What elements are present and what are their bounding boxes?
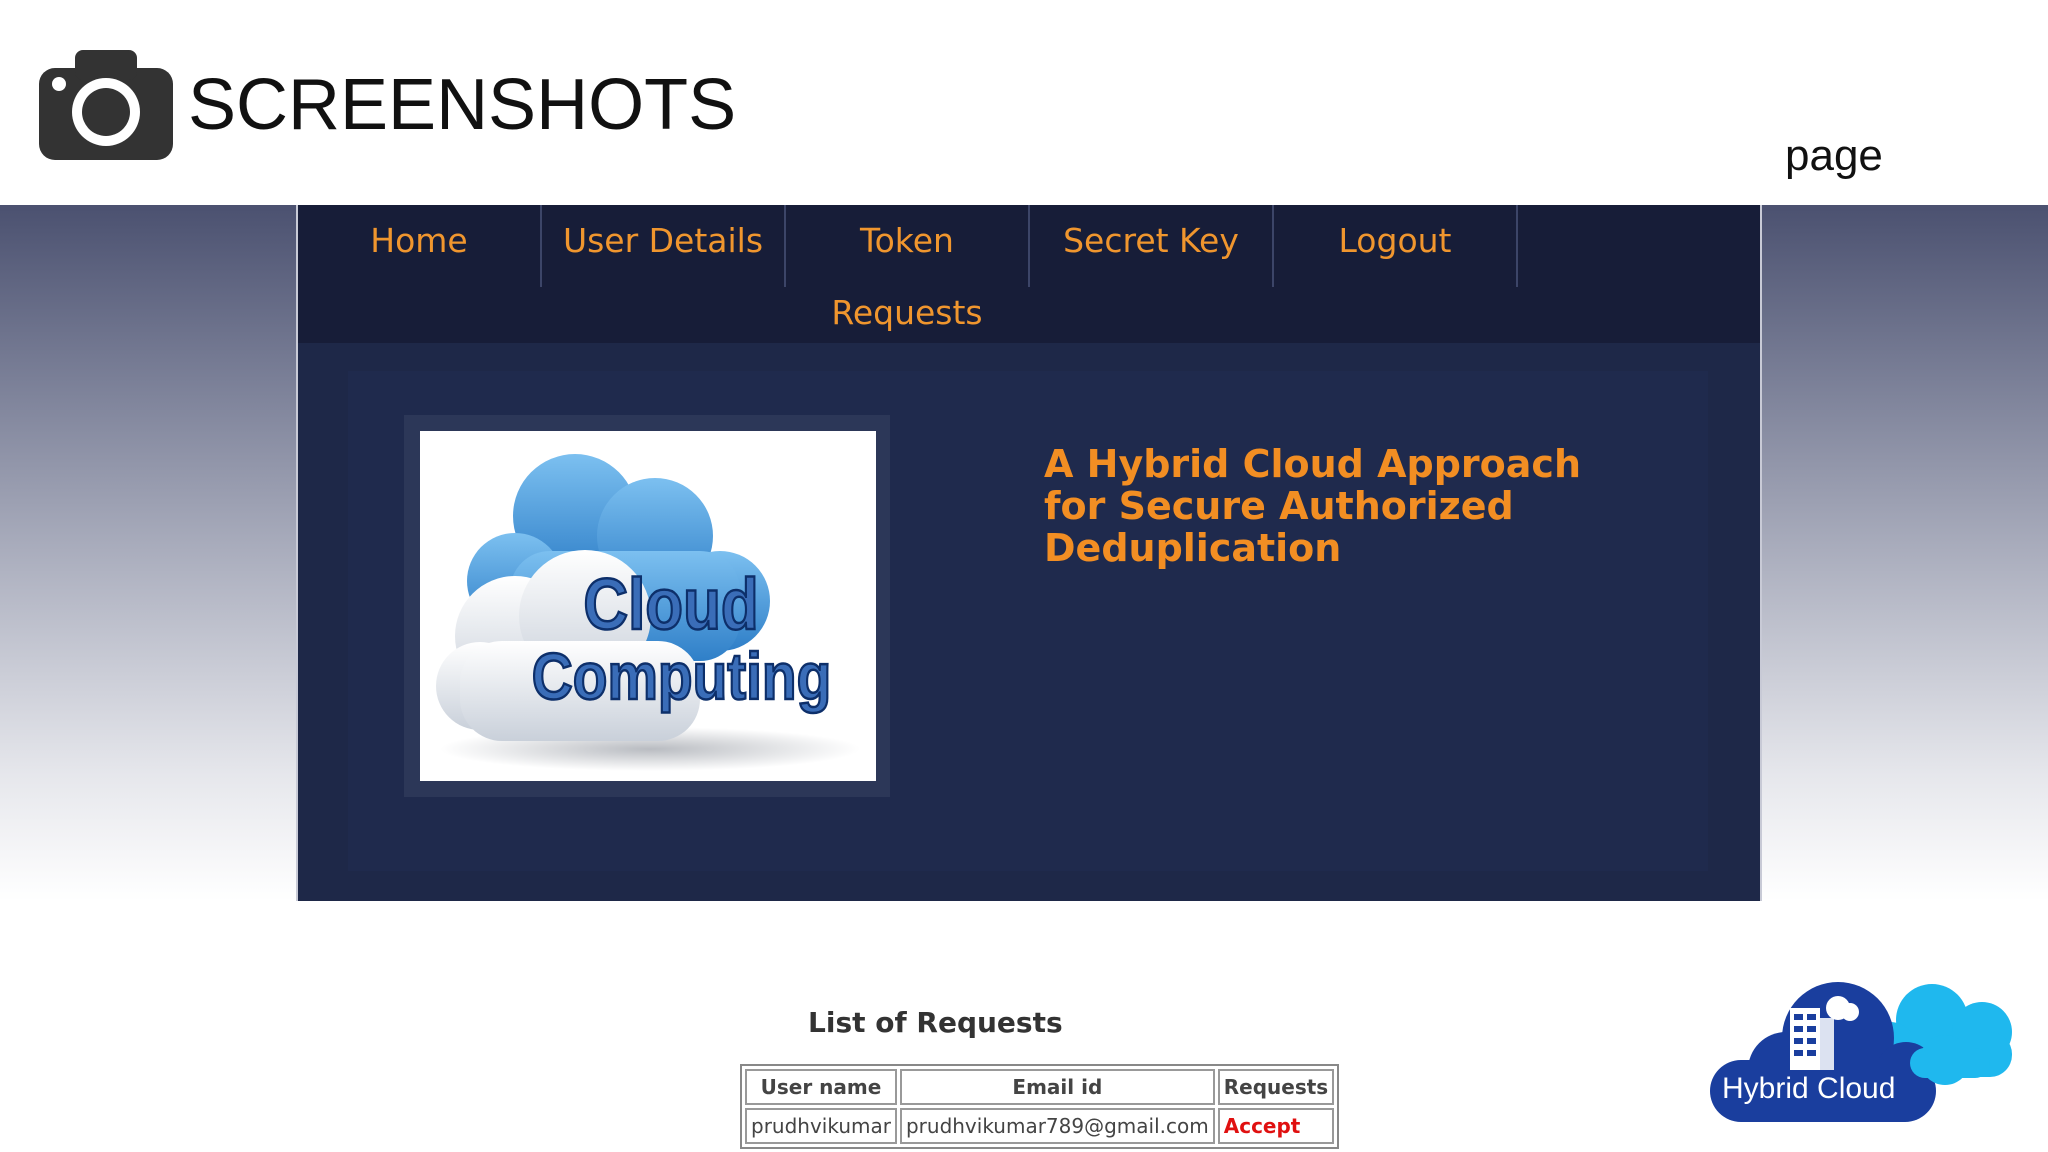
column-header-user-name: User name — [745, 1069, 897, 1105]
camera-icon — [39, 50, 173, 160]
logo-text: Hybrid Cloud — [1722, 1072, 1895, 1105]
app-title: A Hybrid Cloud Approach for Secure Autho… — [1044, 442, 1581, 570]
accept-link[interactable]: Accept — [1217, 1108, 1335, 1144]
hybrid-cloud-logo: Hybrid Cloud — [1710, 982, 2012, 1122]
nav-secret-key[interactable]: Secret Key — [1030, 205, 1272, 287]
main-content: Cloud Computing A Hybrid Cloud Approach … — [298, 343, 1760, 901]
table-header-row: User name Email id Requests — [745, 1069, 1335, 1105]
requests-heading: List of Requests — [808, 1006, 1063, 1039]
slide-title: SCREENSHOTS — [188, 65, 737, 145]
computing-word: Computing — [532, 640, 831, 714]
cloud-word: Cloud — [583, 565, 758, 645]
slide-header: SCREENSHOTS page — [0, 0, 2048, 205]
nav-token-requests[interactable]: Token Requests — [786, 205, 1028, 332]
hero-image-frame: Cloud Computing — [404, 415, 890, 797]
cloud-illustration: Cloud Computing — [436, 454, 860, 771]
column-header-requests: Requests — [1217, 1069, 1335, 1105]
page-label: page — [1785, 131, 1883, 180]
nav-user-details[interactable]: User Details — [542, 205, 784, 287]
table-row: prudhvikumar prudhvikumar789@gmail.com A… — [745, 1108, 1335, 1144]
web-app-window: Home User Details Token Requests Secret … — [296, 205, 1762, 901]
nav-home[interactable]: Home — [298, 205, 540, 287]
cloud-computing-image: Cloud Computing — [420, 431, 876, 781]
top-navigation: Home User Details Token Requests Secret … — [298, 205, 1760, 343]
nav-divider — [1516, 205, 1518, 287]
nav-logout[interactable]: Logout — [1274, 205, 1516, 287]
column-header-email-id: Email id — [899, 1069, 1215, 1105]
cell-email: prudhvikumar789@gmail.com — [899, 1108, 1215, 1144]
cell-user-name: prudhvikumar — [745, 1108, 897, 1144]
requests-table: User name Email id Requests prudhvikumar… — [740, 1064, 1340, 1149]
